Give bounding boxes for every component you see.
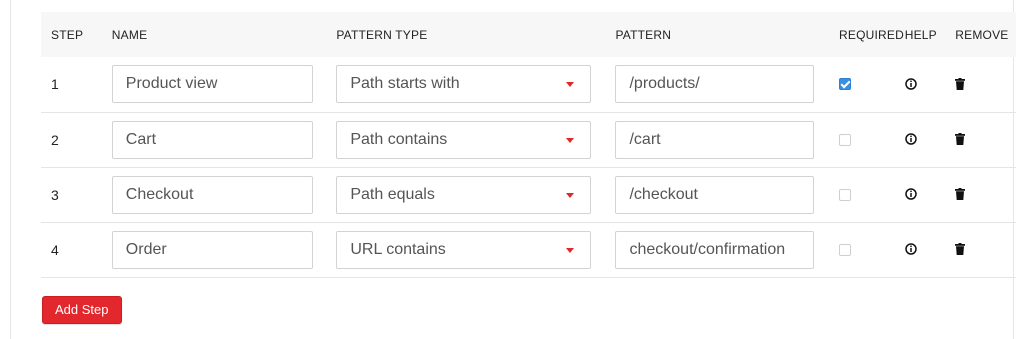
trash-icon[interactable] [955, 77, 966, 93]
step-name-input[interactable]: Product view [111, 65, 313, 104]
header-remove: REMOVE [955, 27, 1009, 42]
pattern-input[interactable]: /cart [615, 120, 815, 159]
pattern-type-select[interactable]: Path starts with [336, 65, 592, 104]
step-name-input[interactable]: Checkout [111, 175, 313, 214]
pattern-type-value: URL contains [350, 240, 446, 258]
steps-body: 1 Product view Path starts with /product… [41, 57, 1016, 277]
step-name-input[interactable]: Order [111, 230, 313, 269]
trash-icon[interactable] [955, 242, 966, 258]
step-number: 4 [51, 241, 59, 258]
caret-down-icon [566, 137, 575, 143]
required-checkbox[interactable] [839, 78, 852, 91]
trash-icon[interactable] [955, 187, 966, 203]
caret-down-icon [566, 82, 575, 88]
required-checkbox[interactable] [839, 243, 852, 256]
pattern-type-select[interactable]: Path equals [336, 175, 592, 214]
caret-down-icon [566, 247, 575, 253]
header-pattern: PATTERN [615, 27, 672, 42]
info-circle-icon[interactable] [904, 242, 917, 258]
info-circle-icon[interactable] [904, 187, 917, 203]
table-row: 1 Product view Path starts with /product… [41, 57, 1016, 112]
step-number: 1 [51, 76, 59, 93]
header-row: STEP NAME PATTERN TYPE PATTERN REQUIRED … [41, 12, 1016, 57]
header-help: HELP [904, 27, 937, 42]
pattern-type-select[interactable]: URL contains [336, 230, 592, 269]
header-step: STEP [51, 27, 84, 42]
table-row: 4 Order URL contains checkout/confirmati… [41, 222, 1016, 277]
steps-panel: STEP NAME PATTERN TYPE PATTERN REQUIRED … [10, 0, 1016, 339]
step-name-input[interactable]: Cart [111, 120, 313, 159]
header-name: NAME [111, 27, 148, 42]
pattern-type-select[interactable]: Path contains [336, 120, 592, 159]
pattern-input[interactable]: /products/ [615, 65, 815, 104]
header-required: REQUIRED [839, 27, 904, 42]
info-circle-icon[interactable] [904, 77, 917, 93]
pattern-type-value: Path starts with [350, 75, 460, 93]
step-number: 3 [51, 186, 59, 203]
pattern-input[interactable]: checkout/confirmation [615, 230, 815, 269]
step-number: 2 [51, 131, 59, 148]
required-checkbox[interactable] [839, 188, 852, 201]
pattern-type-value: Path contains [350, 130, 448, 148]
table-header: STEP NAME PATTERN TYPE PATTERN REQUIRED … [41, 12, 1016, 57]
trash-icon[interactable] [955, 132, 966, 148]
header-pattern-type: PATTERN TYPE [336, 27, 428, 42]
info-circle-icon[interactable] [904, 132, 917, 148]
pattern-type-value: Path equals [350, 185, 435, 203]
table-row: 2 Cart Path contains /cart [41, 112, 1016, 167]
add-step-button[interactable]: Add Step [42, 296, 122, 324]
caret-down-icon [566, 192, 575, 198]
table-row: 3 Checkout Path equals /checkout [41, 167, 1016, 222]
steps-table: STEP NAME PATTERN TYPE PATTERN REQUIRED … [41, 12, 1016, 278]
required-checkbox[interactable] [839, 133, 852, 146]
pattern-input[interactable]: /checkout [615, 175, 815, 214]
